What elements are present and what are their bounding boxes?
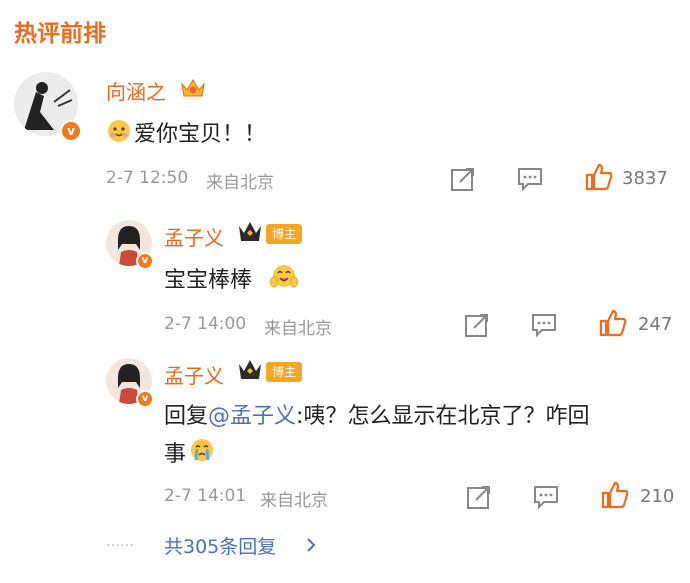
- blogger-badge: 博主: [266, 362, 303, 382]
- like-icon[interactable]: [598, 308, 628, 338]
- reply-text: 宝宝棒棒: [164, 268, 253, 293]
- reply-text-line1: :咦？怎么显示在北京了？咋回: [296, 404, 590, 429]
- comment-icon[interactable]: [516, 166, 544, 192]
- username[interactable]: 孟子义: [164, 222, 224, 251]
- cry-emoji-icon: [188, 436, 216, 464]
- timestamp: 2-7 14:01: [164, 486, 247, 506]
- reply-prefix: 回复: [164, 404, 209, 429]
- hug-emoji-icon: [270, 262, 298, 290]
- more-replies-link[interactable]: 共305条回复: [164, 532, 276, 559]
- crown-icon: [236, 356, 264, 384]
- like-icon[interactable]: [600, 480, 630, 510]
- share-icon[interactable]: [450, 166, 476, 192]
- location: 来自北京: [260, 491, 328, 511]
- like-count: 3837: [622, 168, 668, 189]
- comment-icon[interactable]: [530, 312, 558, 338]
- more-replies-dots: ……: [106, 534, 134, 550]
- section-title: 热评前排: [14, 21, 106, 47]
- verified-icon: v: [60, 120, 82, 142]
- location: 来自北京: [206, 173, 274, 193]
- verified-icon: v: [136, 252, 154, 270]
- timestamp: 2-7 12:50: [106, 168, 189, 188]
- location: 来自北京: [264, 319, 332, 339]
- crown-icon: [236, 218, 264, 246]
- reply-text: 回复@孟子义:咦？怎么显示在北京了？咋回: [164, 398, 589, 430]
- like-icon[interactable]: [584, 162, 614, 192]
- username[interactable]: 向涵之: [106, 76, 166, 105]
- comment-text: 爱你宝贝！！: [134, 122, 267, 147]
- share-icon[interactable]: [464, 312, 490, 338]
- mention-link[interactable]: @孟子义: [208, 404, 296, 429]
- timestamp: 2-7 14:00: [164, 314, 247, 334]
- like-count: 247: [638, 314, 673, 335]
- comment-icon[interactable]: [532, 484, 560, 510]
- reply-text-line2: 事: [164, 442, 187, 467]
- crown-icon: [180, 76, 206, 100]
- username[interactable]: 孟子义: [164, 360, 224, 389]
- chevron-right-icon[interactable]: [304, 536, 318, 554]
- blogger-badge: 博主: [266, 224, 303, 244]
- like-count: 210: [640, 486, 675, 507]
- share-icon[interactable]: [466, 484, 492, 510]
- verified-icon: v: [136, 390, 154, 408]
- hug-emoji-icon: [106, 118, 132, 144]
